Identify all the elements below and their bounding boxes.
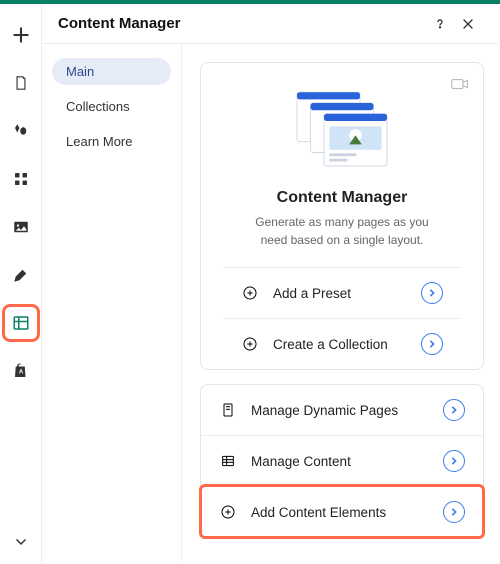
sub-nav-collections[interactable]: Collections [52, 93, 171, 120]
action-label: Add Content Elements [251, 505, 443, 520]
help-icon[interactable] [426, 10, 454, 38]
chevron-right-icon [421, 333, 443, 355]
panel-body: Main Collections Learn More [42, 44, 498, 562]
chevron-right-icon [443, 399, 465, 421]
page-icon[interactable] [8, 70, 34, 96]
content-area: Content Manager Generate as many pages a… [182, 44, 498, 562]
action-label: Manage Dynamic Pages [251, 403, 443, 418]
sub-nav: Main Collections Learn More [42, 44, 182, 562]
sub-nav-learn-more[interactable]: Learn More [52, 128, 171, 155]
intro-card: Content Manager Generate as many pages a… [200, 62, 484, 370]
design-icon[interactable] [8, 118, 34, 144]
action-add-preset[interactable]: Add a Preset [223, 267, 461, 318]
chevron-right-icon [421, 282, 443, 304]
chevron-right-icon [443, 450, 465, 472]
content-manager-icon[interactable] [8, 310, 34, 336]
action-create-collection[interactable]: Create a Collection [223, 318, 461, 369]
action-label: Create a Collection [273, 337, 421, 352]
panel-header: Content Manager [42, 4, 498, 44]
manage-card: Manage Dynamic Pages Manage Content [200, 384, 484, 538]
left-rail: A [0, 4, 42, 564]
panel-title: Content Manager [58, 15, 181, 32]
action-label: Manage Content [251, 454, 443, 469]
chevron-right-icon [443, 501, 465, 523]
apps-icon[interactable] [8, 166, 34, 192]
plus-circle-icon [241, 335, 259, 353]
more-icon[interactable] [8, 528, 34, 554]
page-icon [219, 401, 237, 419]
action-label: Add a Preset [273, 286, 421, 301]
content-manager-panel: Content Manager Main Collections Learn M… [42, 4, 498, 562]
close-icon[interactable] [454, 10, 482, 38]
svg-text:A: A [18, 369, 23, 375]
action-manage-dynamic-pages[interactable]: Manage Dynamic Pages [201, 385, 483, 435]
media-icon[interactable] [8, 214, 34, 240]
plus-circle-icon [219, 503, 237, 521]
intro-title: Content Manager [223, 189, 461, 207]
sub-nav-main[interactable]: Main [52, 58, 171, 85]
plus-circle-icon [241, 284, 259, 302]
table-icon [219, 452, 237, 470]
store-icon[interactable]: A [8, 358, 34, 384]
intro-subtitle: Generate as many pages as you need based… [223, 213, 461, 267]
video-icon[interactable] [451, 77, 469, 96]
illustration [223, 85, 461, 175]
action-add-content-elements[interactable]: Add Content Elements [201, 486, 483, 537]
pen-icon[interactable] [8, 262, 34, 288]
action-manage-content[interactable]: Manage Content [201, 435, 483, 486]
add-icon[interactable] [8, 22, 34, 48]
